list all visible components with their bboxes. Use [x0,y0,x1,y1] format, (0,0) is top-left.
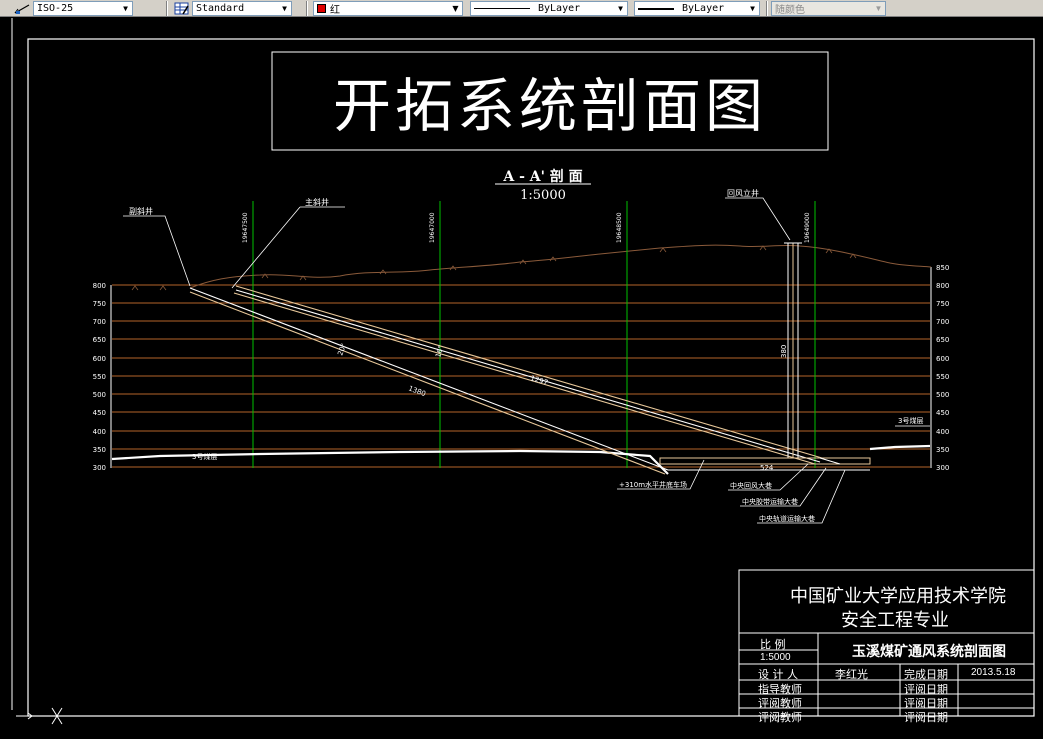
central-return-label: 中央回风大巷 [730,481,772,490]
elevation-label: 650 [93,336,106,344]
lineweight-value: ByLayer [682,3,725,14]
elevation-label: 800 [93,282,106,290]
elevation-label: 600 [93,355,106,363]
main-incline-shaft [235,285,823,459]
finish-date-label: 完成日期 [904,668,948,681]
plot-style-select: 随颜色 ▼ [771,1,886,16]
elevation-label: 750 [93,300,106,308]
elevation-label: 400 [93,428,106,436]
bottom-dimension: 524 [760,464,774,472]
scale-label: 比 例 [760,638,786,651]
coordinate-lines [252,201,816,468]
elevation-label: 500 [93,391,106,399]
plot-style-value: 随颜色 [775,5,805,16]
aux-incline-shaft [189,287,669,471]
coordinate-labels: 19647500 19647000 19648500 19649000 [242,212,811,243]
elevation-label: 700 [936,318,949,326]
scale-value: 1:5000 [760,652,791,663]
designer-label: 设 计 人 [758,668,798,681]
terrain-surface [189,244,932,289]
main-title: 开拓系统剖面图 [332,72,767,140]
callout-leaders [123,197,846,524]
right-elevation-labels: 850 800 750 700 650 600 550 500 450 400 … [936,264,949,472]
finish-date: 2013.5.18 [971,667,1016,678]
project-name: 玉溪煤矿通风系统剖面图 [852,644,1006,660]
vegetation-marks [131,245,857,291]
dimension-style-value: ISO-25 [37,3,74,14]
toolbar-divider [766,1,768,16]
main-incline-shaft [233,292,816,465]
table-style-icon[interactable] [173,2,189,16]
chevron-down-icon[interactable]: ▼ [746,2,759,15]
elevation-label: 700 [93,318,106,326]
shaft-depth-label: 380 [780,345,788,358]
elevation-label: 450 [93,409,106,417]
coal-seam-label: 3号煤层 [898,416,923,425]
central-track-label: 中央轨道运输大巷 [759,514,815,523]
coordinate-label: 19647500 [242,212,249,243]
color-value: 红 [330,5,340,16]
elevation-label: 550 [936,373,949,381]
inclined-shafts [189,285,823,475]
linetype-value: ByLayer [538,3,581,14]
aux-incline-length: 1380 [407,384,427,398]
reviewer-label: 评阅教师 [758,711,802,724]
elevation-label: 400 [936,428,949,436]
elevation-label: 450 [936,409,949,417]
major-name: 安全工程专业 [841,610,949,631]
elevation-label: 600 [936,355,949,363]
designer-name: 李红光 [835,668,868,681]
coordinate-label: 19648500 [616,212,623,243]
left-elevation-labels: 800 750 700 650 600 550 500 450 400 350 … [93,282,106,472]
elevation-label: 350 [936,446,949,454]
aux-incline-label: 副斜井 [129,206,153,216]
linetype-select[interactable]: ByLayer ▼ [470,1,628,16]
lineweight-select[interactable]: ByLayer ▼ [634,1,760,16]
main-incline-label: 主斜井 [305,197,329,207]
central-belt-label: 中央胶带运输大巷 [742,497,798,506]
coordinate-label: 19647000 [429,212,436,243]
elevation-label: 300 [936,464,949,472]
section-scale: 1:5000 [520,188,566,203]
coordinate-label: 19649000 [804,212,811,243]
elevation-label: 650 [936,336,949,344]
elevation-label: 750 [936,300,949,308]
level-310-label: +310m水平井底车场 [619,480,687,489]
main-incline-angle: 16° [434,344,445,358]
elevation-label: 850 [936,264,949,272]
toolbar-divider [306,1,308,16]
elevation-label: 550 [93,373,106,381]
dimension-style-select[interactable]: ISO-25 ▼ [33,1,133,16]
chevron-down-icon[interactable]: ▼ [449,2,462,15]
chevron-down-icon[interactable]: ▼ [278,2,291,15]
color-swatch [317,4,326,13]
coal-seam-label: 3号煤层 [192,452,217,461]
elevation-label: 800 [936,282,949,290]
toolbar-divider [166,1,168,16]
elevation-label: 500 [936,391,949,399]
review-date-label: 评阅日期 [904,711,948,724]
dimension-style-icon[interactable] [14,2,30,16]
chevron-down-icon[interactable]: ▼ [119,2,132,15]
lineweight-preview [638,7,674,10]
aux-incline-shaft [189,291,666,475]
properties-toolbar: ISO-25 ▼ Standard ▼ 红 ▼ ByLayer ▼ ByLaye… [0,0,1043,17]
chevron-down-icon: ▼ [874,4,883,13]
return-shaft-label: 回风立井 [727,188,759,198]
section-title: A - A' 剖 面 [502,168,582,185]
color-select[interactable]: 红 ▼ [313,1,463,16]
table-style-select[interactable]: Standard ▼ [192,1,292,16]
table-style-value: Standard [196,3,245,14]
drawing-canvas[interactable]: A - A' 剖 面 1:5000 800 750 700 650 600 55… [0,18,1043,739]
school-name: 中国矿业大学应用技术学院 [790,586,1006,607]
elevation-label: 300 [93,464,106,472]
chevron-down-icon[interactable]: ▼ [614,2,627,15]
elevation-label: 350 [93,446,106,454]
linetype-preview [474,8,530,9]
elevation-grid [112,284,930,468]
